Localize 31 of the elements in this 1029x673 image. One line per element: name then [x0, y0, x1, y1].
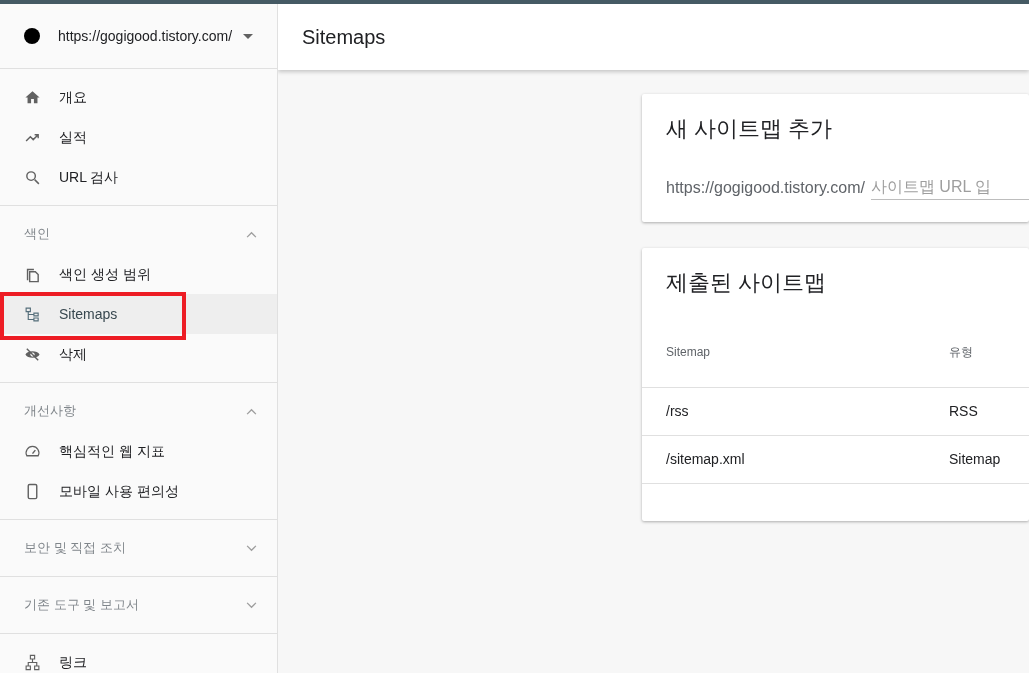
card-title: 새 사이트맵 추가 [666, 115, 834, 143]
url-prefix: https://gogigood.tistory.com/ [666, 178, 865, 198]
eye-off-icon [24, 345, 41, 363]
search-icon [24, 168, 41, 186]
section-header[interactable]: 개선사항 [0, 391, 277, 431]
sidebar-item[interactable]: 색인 생성 범위 [0, 254, 277, 294]
table-cell-text: RSS [949, 402, 979, 421]
property-selector[interactable]: https://gogigood.tistory.com/ [0, 4, 277, 69]
sidebar-item[interactable]: 모바일 사용 편의성 [0, 471, 277, 511]
sidebar-item[interactable]: 삭제 [0, 334, 277, 374]
table-cell-text: Sitemap [949, 450, 1002, 469]
dropdown-caret-icon [243, 33, 253, 39]
sitemap-url-field[interactable]: 사이트맵 URL 입 [870, 175, 1029, 200]
sitemap-icon [24, 305, 41, 323]
section-header[interactable]: 색인 [0, 214, 277, 254]
column-header[interactable]: Sitemap [666, 342, 949, 361]
card-title: 제출된 사이트맵 [665, 269, 828, 297]
column-header[interactable]: 유형 [949, 342, 1029, 361]
sidebar-item[interactable]: 링크 [0, 642, 277, 673]
sidebar-item[interactable]: 핵심적인 웹 지표 [0, 431, 277, 471]
sidebar-item[interactable]: 개요 [0, 77, 277, 117]
section-header[interactable]: 기존 도구 및 보고서 [0, 585, 277, 625]
table-cell-text: /rss [666, 402, 690, 421]
sidebar-item[interactable]: 실적 [0, 117, 277, 157]
site-logo [24, 28, 40, 44]
table-cell-text: /sitemap.xml [666, 450, 746, 469]
network-icon [24, 653, 41, 671]
page-title: Sitemaps [302, 25, 386, 50]
section-header[interactable]: 보안 및 직접 조치 [0, 528, 277, 568]
home-icon [24, 88, 41, 106]
sidebar-item[interactable]: URL 검사 [0, 157, 277, 197]
